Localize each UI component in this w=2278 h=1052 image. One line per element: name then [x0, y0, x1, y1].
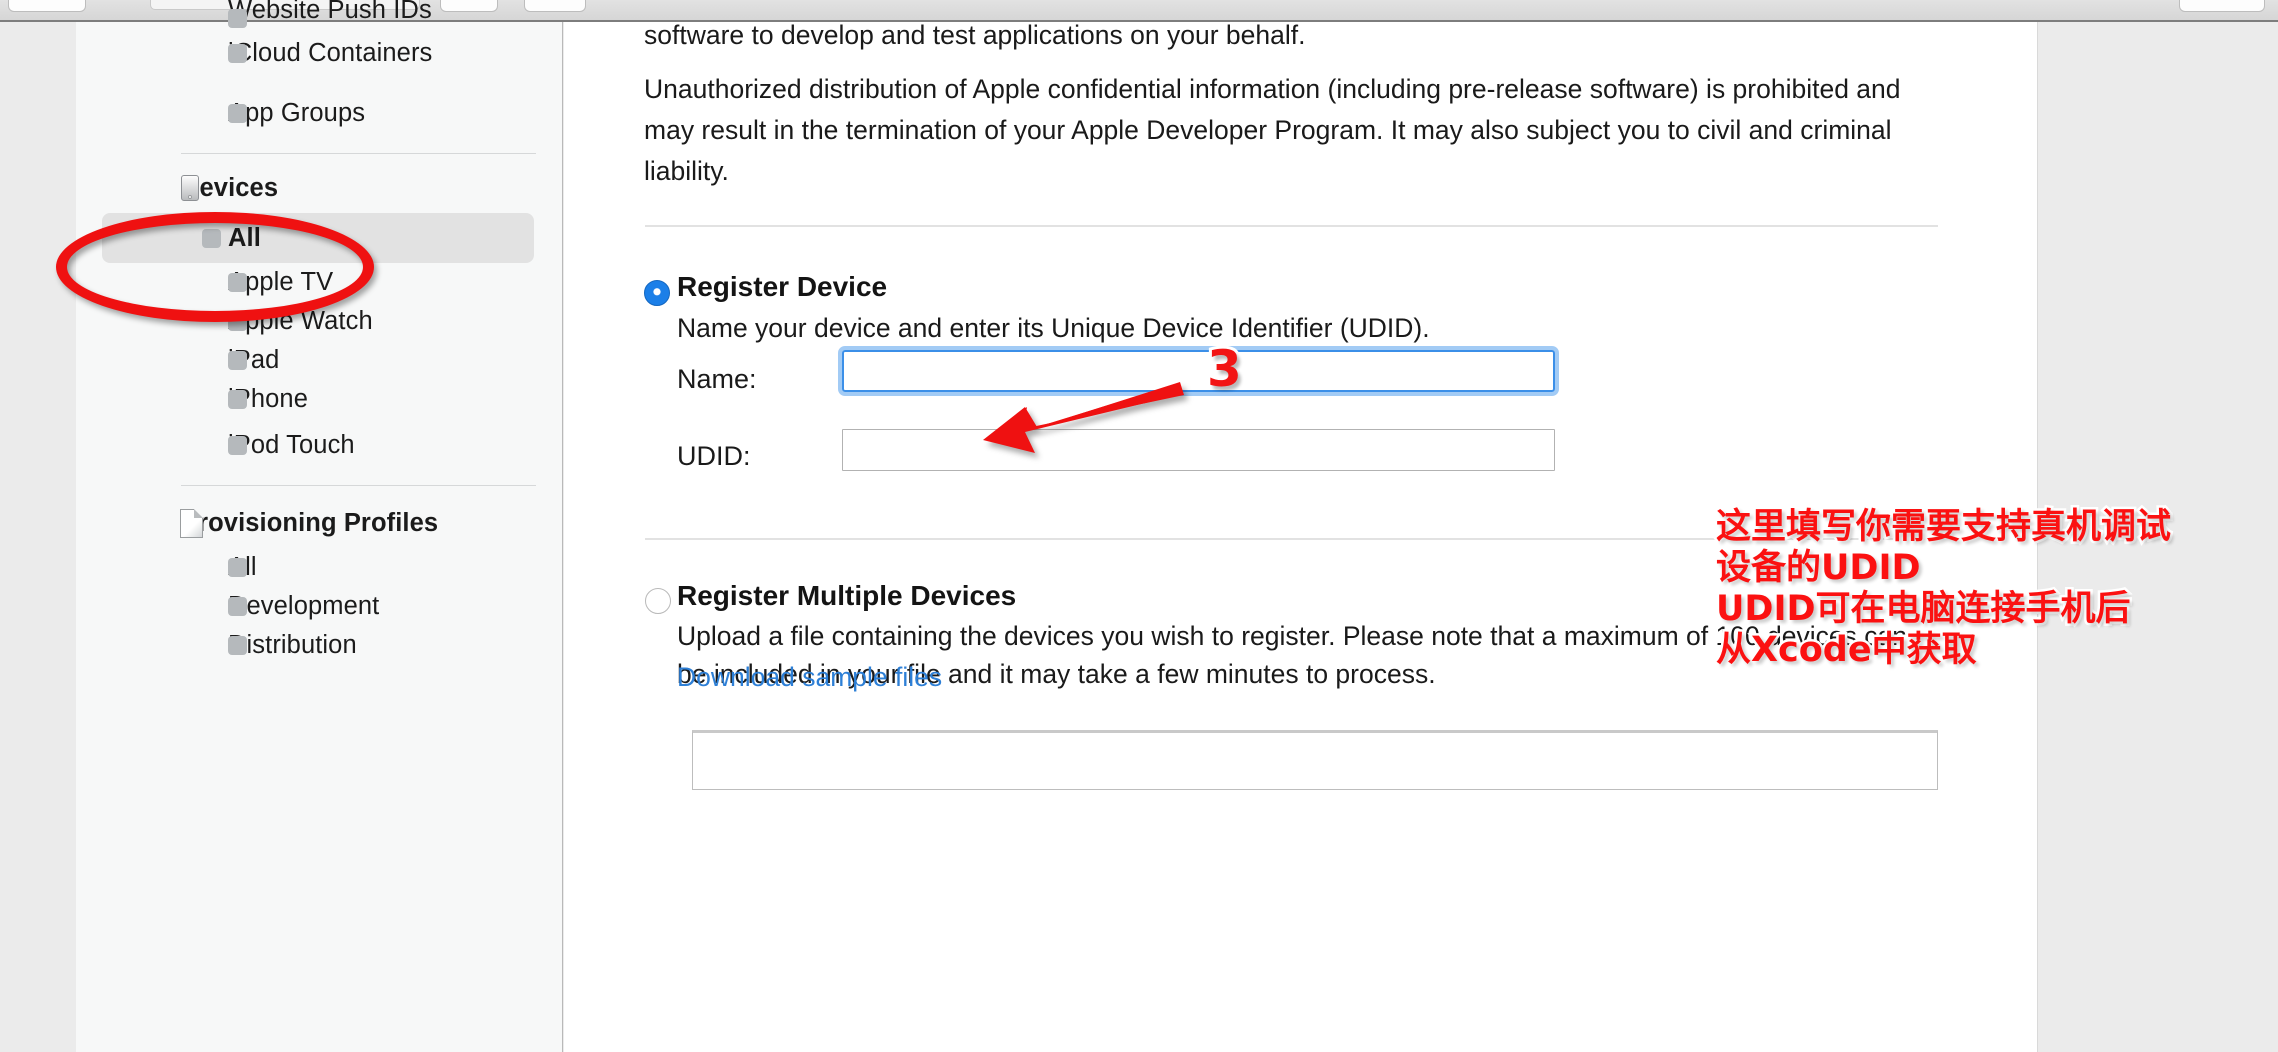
radio-register-multiple-devices[interactable]: [645, 588, 671, 614]
sidebar-item-label: All: [228, 223, 261, 252]
sidebar-item-iphone[interactable]: iPhone: [76, 380, 562, 419]
sidebar-item-icloud-containers[interactable]: iCloud Containers: [76, 25, 562, 82]
download-sample-files-link[interactable]: Download sample files: [677, 662, 942, 693]
name-input[interactable]: [838, 346, 1559, 396]
sidebar-item-ipad[interactable]: iPad: [76, 341, 562, 380]
bullet-dot-icon: [228, 312, 247, 331]
sidebar-item-ipod-touch[interactable]: iPod Touch: [76, 419, 562, 471]
register-device-title: Register Device: [677, 271, 888, 302]
bullet-dot-icon: [202, 228, 221, 248]
sidebar-group-devices[interactable]: Devices: [76, 163, 562, 213]
sidebar-item-label: Distribution: [228, 631, 357, 659]
sidebar-item-label: iPod Touch: [228, 430, 355, 459]
name-field-label: Name:: [677, 364, 757, 394]
udid-field-label: UDID:: [677, 441, 751, 471]
sidebar-item-app-groups[interactable]: App Groups: [76, 82, 562, 144]
register-multiple-title: Register Multiple Devices: [677, 580, 1017, 611]
paragraph-warning: Unauthorized distribution of Apple confi…: [644, 74, 1901, 186]
bullet-dot-icon: [228, 558, 247, 577]
document-icon: [180, 508, 203, 538]
browser-nav-button-left[interactable]: [8, 0, 86, 12]
radio-register-device[interactable]: [644, 280, 670, 306]
bullet-dot-icon: [228, 597, 247, 616]
bullet-dot-icon: [228, 44, 247, 63]
paragraph-clipped: software to develop and test application…: [644, 22, 1306, 50]
sidebar-group-label: Provisioning Profiles: [181, 508, 439, 537]
udid-input[interactable]: [842, 429, 1555, 471]
screenshot-root: Website Push IDs iCloud Containers App G…: [0, 0, 2278, 1052]
sidebar-item-label: iCloud Containers: [228, 39, 433, 67]
sidebar-item-profiles-distribution[interactable]: Distribution: [76, 626, 562, 665]
register-device-description: Name your device and enter its Unique De…: [677, 313, 1430, 343]
bullet-dot-icon: [228, 103, 247, 123]
sidebar-item-label: App Groups: [228, 98, 366, 127]
bullet-dot-icon: [228, 273, 247, 292]
sidebar: Website Push IDs iCloud Containers App G…: [76, 0, 563, 1052]
sidebar-item-apple-watch[interactable]: Apple Watch: [76, 302, 562, 341]
sidebar-item-website-push-ids[interactable]: Website Push IDs: [76, 0, 562, 28]
page-body: Website Push IDs iCloud Containers App G…: [0, 0, 2278, 1052]
sidebar-item-label: Apple Watch: [228, 307, 373, 335]
sidebar-item-label: Website Push IDs: [228, 0, 432, 24]
sidebar-group-provisioning-profiles[interactable]: Provisioning Profiles: [76, 498, 562, 548]
iphone-icon: [181, 175, 199, 201]
browser-toolbar-button-right[interactable]: [2179, 0, 2265, 12]
bullet-dot-icon: [228, 351, 247, 370]
bullet-dot-icon: [228, 636, 247, 655]
sidebar-item-apple-tv[interactable]: Apple TV: [76, 263, 562, 302]
sidebar-item-profiles-all[interactable]: All: [76, 548, 562, 587]
sidebar-item-devices-all[interactable]: All: [102, 213, 534, 263]
main-content-panel: software to develop and test application…: [564, 22, 2038, 1052]
bullet-dot-icon: [228, 435, 247, 455]
sidebar-divider: [181, 485, 536, 486]
section-divider-top: [645, 225, 1938, 227]
sidebar-item-label: Development: [228, 592, 380, 620]
section-divider-bottom: [645, 538, 1938, 540]
bullet-dot-icon: [228, 390, 247, 409]
sidebar-item-profiles-development[interactable]: Development: [76, 587, 562, 626]
sidebar-divider: [181, 153, 536, 154]
file-upload-box[interactable]: [692, 730, 1938, 790]
